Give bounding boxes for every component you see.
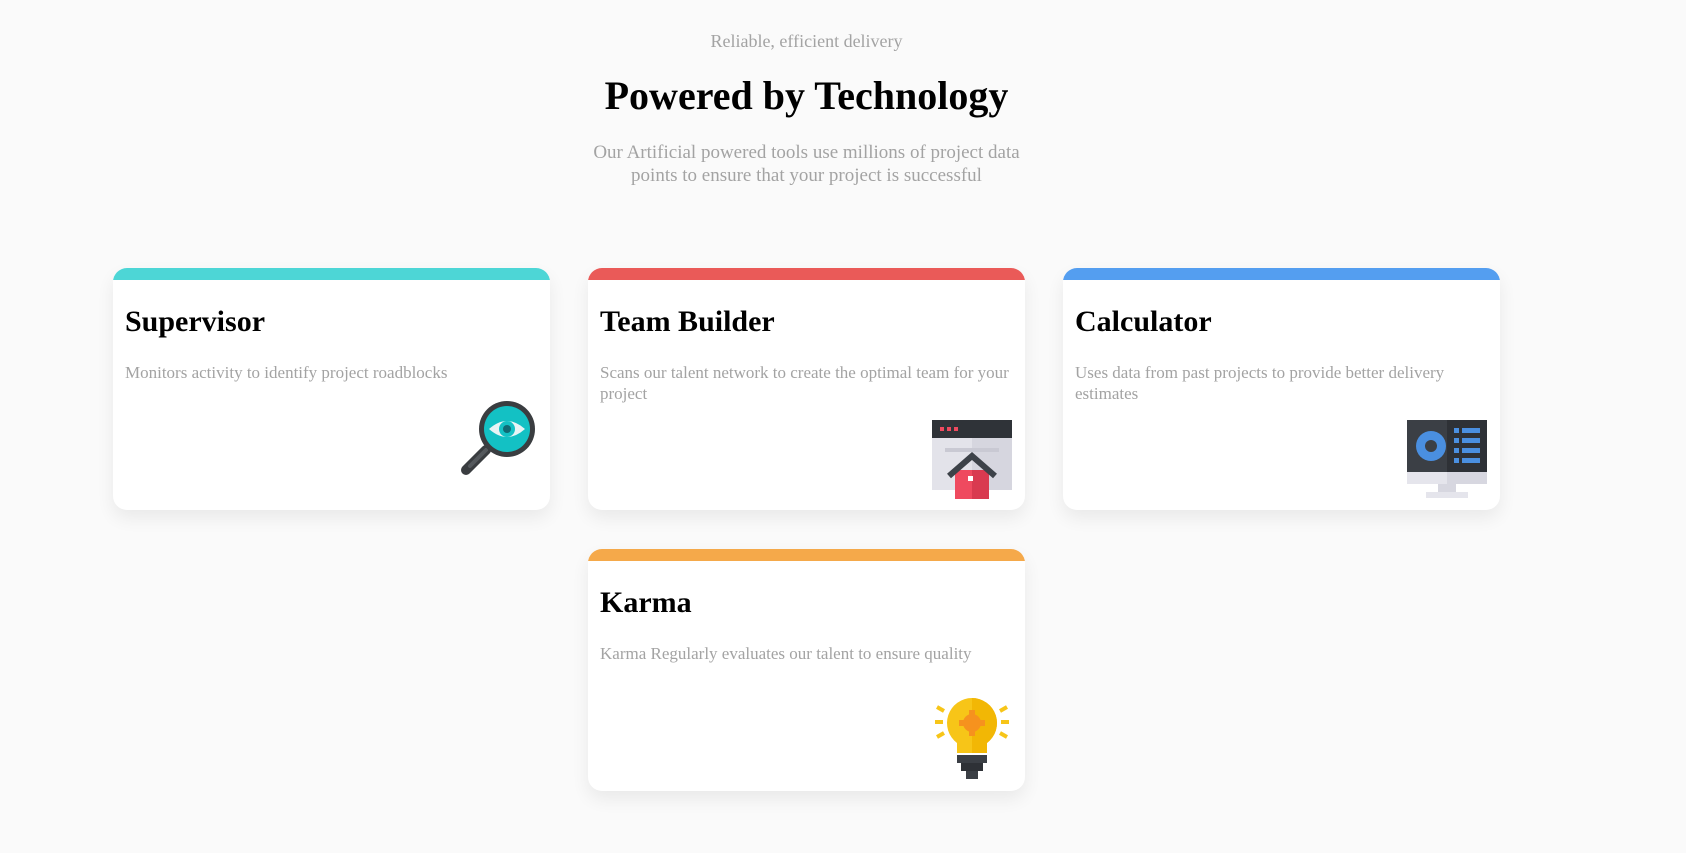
card-karma: Karma Karma Regularly evaluates our tale… bbox=[588, 549, 1025, 791]
browser-house-icon bbox=[931, 418, 1013, 500]
card-description: Karma Regularly evaluates our talent to … bbox=[600, 644, 972, 663]
intro-text: Our Artificial powered tools use million… bbox=[593, 142, 1020, 186]
card-accent-bar bbox=[1063, 268, 1500, 280]
page-title: Powered by Technology bbox=[604, 73, 1009, 118]
card-title: Team Builder bbox=[600, 305, 775, 338]
card-supervisor: Supervisor Monitors activity to identify… bbox=[113, 268, 550, 510]
lightbulb-icon bbox=[931, 697, 1013, 779]
eyebrow-text: Reliable, efficient delivery bbox=[710, 31, 903, 51]
card-accent-bar bbox=[588, 549, 1025, 561]
magnifier-eye-icon bbox=[456, 398, 538, 480]
card-description: Uses data from past projects to provide … bbox=[1075, 363, 1445, 403]
card-calculator: Calculator Uses data from past projects … bbox=[1063, 268, 1500, 510]
card-accent-bar bbox=[588, 268, 1025, 280]
card-team-builder: Team Builder Scans our talent network to… bbox=[588, 268, 1025, 510]
card-title: Calculator bbox=[1075, 305, 1212, 338]
card-description: Monitors activity to identify project ro… bbox=[125, 363, 448, 382]
card-description: Scans our talent network to create the o… bbox=[600, 363, 1009, 403]
monitor-dashboard-icon bbox=[1406, 418, 1488, 500]
card-title: Supervisor bbox=[125, 305, 266, 338]
page: Reliable, efficient delivery Powered by … bbox=[0, 0, 1686, 853]
card-accent-bar bbox=[113, 268, 550, 280]
card-title: Karma bbox=[600, 586, 692, 619]
